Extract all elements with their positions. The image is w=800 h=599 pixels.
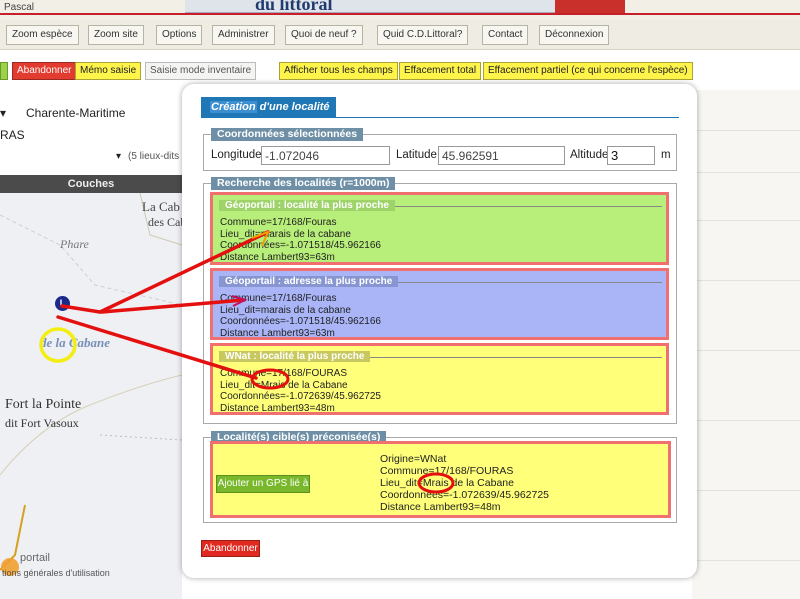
- user-name: Pascal: [4, 2, 35, 13]
- altitude-label: Altitude: [570, 149, 609, 161]
- map-label: des Cab: [148, 215, 182, 229]
- map-label: dit Fort Vasoux: [5, 416, 79, 430]
- nav-administrer[interactable]: Administrer: [212, 25, 275, 45]
- commune-value: RAS: [0, 128, 25, 142]
- abandon-button[interactable]: Abandonner: [201, 540, 260, 557]
- header-rule: [0, 13, 800, 15]
- result-line: Lieu_dit=Mrais de la Cabane: [220, 379, 348, 391]
- main-nav: Zoom espèce Zoom site Options Administre…: [0, 20, 800, 50]
- map-label: Phare: [60, 237, 89, 251]
- search-legend: Recherche des localités (r=1000m): [211, 177, 396, 190]
- dialog-title-text: d'une localité: [256, 101, 330, 113]
- banner-red-block: [555, 0, 625, 13]
- target-line: Lieu_dit=Mrais de la Cabane: [380, 477, 514, 489]
- result-title: WNat : localité la plus proche: [219, 351, 371, 362]
- nav-options[interactable]: Options: [156, 25, 203, 45]
- dropdown-arrow-icon: ▾: [116, 151, 122, 162]
- dialog-title-highlight: Création: [210, 101, 257, 113]
- result-wnat-locality[interactable]: WNat : localité la plus proche Commune=1…: [210, 343, 669, 415]
- result-line: Distance Lambert93=63m: [220, 251, 335, 263]
- dropdown-arrow-icon: ▾: [0, 106, 7, 120]
- longitude-input[interactable]: [261, 146, 390, 165]
- action-inventory-mode[interactable]: Saisie mode inventaire: [145, 62, 257, 80]
- action-clear-total[interactable]: Effacement total: [399, 62, 482, 80]
- target-line: Origine=WNat: [380, 453, 447, 465]
- action-memo[interactable]: Mémo saisie: [75, 62, 142, 80]
- map-terrain: [0, 192, 182, 576]
- action-green-tab[interactable]: [0, 62, 8, 80]
- create-locality-dialog: Création d'une localité Coordonnées séle…: [182, 84, 697, 578]
- result-geoportail-locality[interactable]: Géoportail : localité la plus proche Com…: [210, 192, 669, 265]
- target-line: Coordonnées=-1.072639/45.962725: [380, 489, 550, 501]
- targets-fieldset: Localité(s) cible(s) préconisée(s) Ajout…: [203, 431, 677, 523]
- marker-label: L: [59, 298, 66, 308]
- map-label: de la Cabane: [40, 335, 111, 350]
- search-fieldset: Recherche des localités (r=1000m) Géopor…: [203, 177, 677, 424]
- target-wnat: Ajouter un GPS lié à Origine=WNat Commun…: [210, 441, 671, 518]
- altitude-unit: m: [661, 149, 671, 161]
- target-line: Distance Lambert93=48m: [380, 501, 501, 513]
- result-title: Géoportail : localité la plus proche: [219, 200, 395, 211]
- latitude-input[interactable]: [438, 146, 565, 165]
- result-line: Distance Lambert93=48m: [220, 402, 335, 414]
- action-show-all[interactable]: Afficher tous les champs: [279, 62, 398, 80]
- coords-legend: Coordonnées sélectionnées: [211, 128, 364, 141]
- result-line: Lieu_dit=marais de la cabane: [220, 304, 351, 316]
- add-gps-button[interactable]: Ajouter un GPS lié à: [216, 475, 310, 493]
- result-title: Géoportail : adresse la plus proche: [219, 276, 399, 287]
- nav-deconnexion[interactable]: Déconnexion: [539, 25, 610, 45]
- target-line: Commune=17/168/FOURAS: [380, 465, 514, 477]
- nav-zoom-site[interactable]: Zoom site: [88, 25, 144, 45]
- left-panel: ▾ Charente-Maritime RAS ▾ (5 lieux-dits: [0, 90, 182, 185]
- nav-quoi-de-neuf[interactable]: Quoi de neuf ?: [285, 25, 363, 45]
- top-banner: Pascal du littoral: [0, 0, 800, 20]
- coords-fieldset: Coordonnées sélectionnées Longitude Lati…: [203, 128, 677, 171]
- region-select[interactable]: ▾ Charente-Maritime: [0, 106, 182, 126]
- lieu-dit-select[interactable]: ▾ (5 lieux-dits: [0, 151, 182, 171]
- altitude-input[interactable]: [607, 146, 655, 165]
- result-line: Coordonnées=-1.072639/45.962725: [220, 391, 381, 402]
- region-value: Charente-Maritime: [26, 106, 126, 120]
- result-line: Coordonnées=-1.071518/45.962166: [220, 240, 381, 251]
- nav-quid[interactable]: Quid C.D.Littoral?: [377, 25, 469, 45]
- commune-field[interactable]: RAS: [0, 128, 182, 148]
- result-line: Commune=17/168/FOURAS: [220, 368, 348, 379]
- action-abandon[interactable]: Abandonner: [12, 62, 77, 80]
- map-label: La Cab: [142, 199, 180, 214]
- latitude-label: Latitude: [396, 149, 437, 161]
- nav-zoom-espece[interactable]: Zoom espèce: [6, 25, 79, 45]
- result-line: Distance Lambert93=63m: [220, 327, 335, 339]
- action-clear-partial[interactable]: Effacement partiel (ce qui concerne l'es…: [483, 62, 693, 80]
- map-label: Fort la Pointe: [5, 397, 82, 412]
- map-terms-link[interactable]: tions générales d'utilisation: [2, 568, 110, 578]
- result-geoportail-address[interactable]: Géoportail : adresse la plus proche Comm…: [210, 268, 669, 340]
- map-logo: portail: [20, 552, 50, 564]
- lieux-dits-count: (5 lieux-dits: [128, 151, 180, 162]
- right-panel: [692, 90, 800, 599]
- longitude-label: Longitude: [211, 149, 262, 161]
- map-view[interactable]: Couches La Cab des Cab Phare de la Caban…: [0, 175, 182, 599]
- nav-contact[interactable]: Contact: [482, 25, 529, 45]
- result-line: Commune=17/168/Fouras: [220, 293, 337, 304]
- dialog-title: Création d'une localité: [201, 97, 336, 117]
- dialog-title-rule: [201, 117, 679, 118]
- result-line: Lieu_dit=marais de la cabane: [220, 228, 351, 240]
- location-marker-icon[interactable]: L: [55, 296, 70, 311]
- result-line: Commune=17/168/Fouras: [220, 217, 337, 228]
- result-line: Coordonnées=-1.071518/45.962166: [220, 316, 381, 327]
